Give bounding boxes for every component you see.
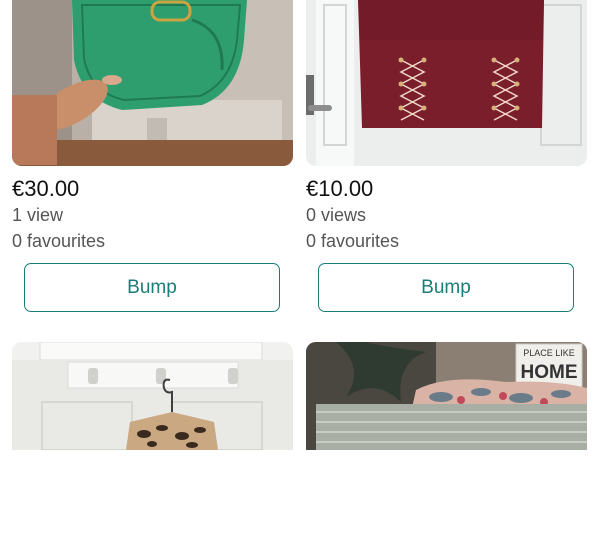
listing-favourites [306, 512, 587, 538]
listing-favourites: 0 favourites [306, 231, 400, 251]
sign-text-line1: PLACE LIKE [523, 348, 575, 358]
listing-card[interactable]: €10.00 0 views 0 favourites Bump [306, 0, 587, 312]
jacket-photo [12, 342, 293, 450]
listing-price: €30.00 [12, 176, 80, 201]
listing-views: 0 views [306, 205, 367, 225]
bedding-photo: PLACE LIKE HOME [306, 342, 587, 450]
listing-favourites [12, 512, 293, 538]
sign-text-line2: HOME [521, 362, 578, 383]
listing-views [12, 486, 293, 512]
listing-card[interactable]: PLACE LIKE HOME [306, 342, 587, 538]
handbag-photo [12, 0, 293, 166]
listing-card[interactable]: €30.00 1 view 0 favourites Bump [12, 0, 293, 312]
bump-button[interactable]: Bump [318, 263, 574, 312]
listing-views [306, 486, 587, 512]
listing-card[interactable] [12, 342, 293, 538]
listing-favourites: 0 favourites [12, 231, 106, 251]
listing-photo-bedding[interactable]: PLACE LIKE HOME [306, 342, 587, 450]
listing-price [306, 460, 587, 486]
listing-photo-green-handbag[interactable] [12, 0, 293, 166]
listing-photo-burgundy-skirt[interactable] [306, 0, 587, 166]
bump-button[interactable]: Bump [24, 263, 280, 312]
skirt-photo [306, 0, 587, 166]
listing-photo-leopard-jacket[interactable] [12, 342, 293, 450]
listing-views: 1 view [12, 205, 64, 225]
listing-price: €10.00 [306, 176, 374, 201]
listing-price [12, 460, 293, 486]
